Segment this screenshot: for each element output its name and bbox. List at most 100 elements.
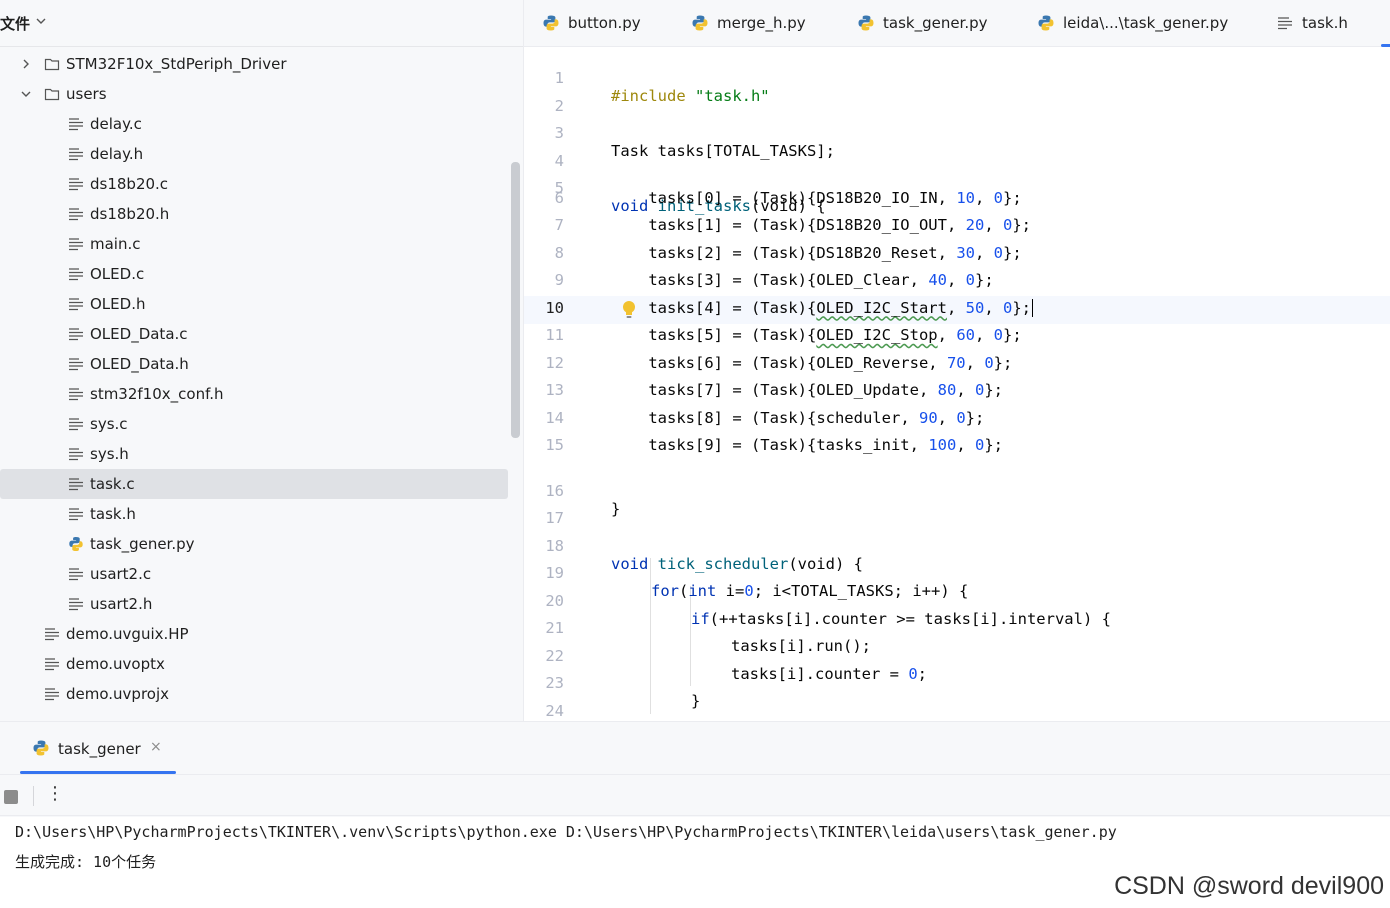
text-file-icon	[69, 148, 83, 161]
line-number: 15	[545, 436, 564, 454]
token: 10	[956, 188, 975, 207]
token: ,	[974, 326, 994, 344]
code-line: 19 for(int i=0; i<TOTAL_TASKS; i++) {	[524, 546, 1390, 600]
tree-file-task-h[interactable]: task.h	[0, 499, 510, 529]
token: 30	[956, 243, 975, 262]
token: };	[984, 436, 1003, 454]
code-text: tasks[1] = (Task){DS18B20_IO_OUT, 20, 0}…	[611, 216, 1031, 234]
token: 50	[965, 298, 985, 317]
text-file-icon	[69, 568, 83, 581]
tree-file-oled-data-c[interactable]: OLED_Data.c	[0, 319, 510, 349]
code-text: tasks[3] = (Task){OLED_Clear, 40, 0};	[611, 271, 993, 289]
token: tasks[5] = (Task){	[611, 326, 817, 344]
text-file-icon	[45, 628, 59, 641]
token: tasks[7] = (Task){	[611, 381, 817, 399]
tree-folder-stm32f10x-stdperiph-driver[interactable]: STM32F10x_StdPeriph_Driver	[0, 49, 510, 79]
line-number: 10	[545, 298, 564, 317]
code-line: 12 tasks[6] = (Task){OLED_Reverse, 70, 0…	[524, 354, 1390, 382]
close-icon[interactable]: ×	[150, 739, 162, 755]
tree-file-oled-data-h[interactable]: OLED_Data.h	[0, 349, 510, 379]
editor: button.py merge_h.py task_gener.py leida…	[523, 0, 1390, 721]
line-number: 8	[554, 243, 564, 262]
token: ,	[956, 436, 975, 454]
tree-file-oled-h[interactable]: OLED.h	[0, 289, 510, 319]
tree-file-sys-h[interactable]: sys.h	[0, 439, 510, 469]
token: ,	[984, 298, 1003, 317]
editor-tab-bar: button.py merge_h.py task_gener.py leida…	[524, 0, 1390, 47]
code-line: 7 tasks[1] = (Task){DS18B20_IO_OUT, 20, …	[524, 216, 1390, 244]
line-number: 11	[545, 326, 564, 344]
text-file-icon	[69, 238, 83, 251]
token: ,	[937, 326, 957, 344]
tree-item-label: demo.uvguix.HP	[66, 625, 189, 643]
token: ,	[937, 243, 957, 262]
text-file-icon	[69, 298, 83, 311]
stop-button[interactable]	[4, 790, 18, 804]
text-file-icon	[69, 208, 83, 221]
chevron-down-icon[interactable]	[36, 16, 46, 26]
project-panel-header: 文件	[0, 0, 523, 47]
tree-file-task-c[interactable]: task.c	[0, 469, 508, 499]
tree-file-demo-uvprojx[interactable]: demo.uvprojx	[0, 679, 510, 709]
token: ,	[956, 381, 975, 399]
code-editor[interactable]: 1 #include "task.h" 2 3 Task tasks[TOTAL…	[524, 48, 1390, 721]
text-file-icon	[69, 418, 83, 431]
tree-file-task-gener-py[interactable]: task_gener.py	[0, 529, 510, 559]
tab-label: leida\...\task_gener.py	[1063, 14, 1229, 32]
tree-item-label: STM32F10x_StdPeriph_Driver	[66, 55, 287, 73]
project-panel-title[interactable]: 文件	[0, 13, 30, 34]
tree-item-label: usart2.h	[90, 595, 153, 613]
token: OLED_Clear	[816, 271, 910, 289]
token: ,	[900, 408, 919, 427]
project-panel: 文件 STM32F10x_StdPeriph_Driver users delay.…	[0, 0, 523, 721]
tree-file-sys-c[interactable]: sys.c	[0, 409, 510, 439]
more-options-icon[interactable]: ⋮	[46, 783, 64, 805]
code-line: 5 void init_tasks(void) {	[524, 161, 1390, 215]
tree-item-label: sys.c	[90, 415, 128, 433]
token: tasks[0] = (Task){	[611, 188, 817, 207]
text-file-icon	[69, 268, 83, 281]
code-text: tasks[5] = (Task){OLED_I2C_Stop, 60, 0};	[611, 326, 1021, 344]
project-tree-scrollbar[interactable]	[511, 162, 520, 438]
token: };	[1003, 188, 1022, 207]
text-file-icon	[69, 358, 83, 371]
tree-file-ds18b20-h[interactable]: ds18b20.h	[0, 199, 510, 229]
tab-label: merge_h.py	[717, 14, 806, 32]
code-line: 6 tasks[0] = (Task){DS18B20_IO_IN, 10, 0…	[524, 189, 1390, 217]
python-icon	[33, 740, 49, 756]
chevron-right-icon[interactable]	[20, 58, 32, 70]
run-panel: task_gener × ⋮ D:\Users\HP\PycharmProjec…	[0, 721, 1390, 908]
token: };	[965, 408, 985, 427]
tree-item-label: OLED.c	[90, 265, 145, 283]
token: 0	[974, 381, 985, 399]
code-text: tasks[6] = (Task){OLED_Reverse, 70, 0};	[611, 354, 1012, 372]
tree-file-stm32f10x-conf-h[interactable]: stm32f10x_conf.h	[0, 379, 510, 409]
tree-file-ds18b20-c[interactable]: ds18b20.c	[0, 169, 510, 199]
tree-file-delay-h[interactable]: delay.h	[0, 139, 510, 169]
token: 0	[974, 436, 985, 454]
chevron-down-icon[interactable]	[20, 88, 32, 100]
token: 20	[965, 216, 985, 234]
text-file-icon	[1278, 17, 1292, 30]
token: 0	[1002, 216, 1013, 234]
tree-file-main-c[interactable]: main.c	[0, 229, 510, 259]
code-line: 16 }	[524, 464, 1390, 518]
tree-item-label: OLED_Data.h	[90, 355, 189, 373]
tree-item-label: sys.h	[90, 445, 129, 463]
tree-item-label: demo.uvoptx	[66, 655, 165, 673]
tree-file-delay-c[interactable]: delay.c	[0, 109, 510, 139]
tree-file-demo-uvoptx[interactable]: demo.uvoptx	[0, 649, 510, 679]
token: ,	[974, 188, 994, 207]
tree-file-usart2-h[interactable]: usart2.h	[0, 589, 510, 619]
tree-file-usart2-c[interactable]: usart2.c	[0, 559, 510, 589]
token: DS18B20_Reset	[816, 243, 938, 262]
tree-folder-users[interactable]: users	[0, 79, 510, 109]
line-number: 14	[545, 408, 564, 427]
token: 0	[993, 243, 1003, 262]
tree-item-label: usart2.c	[90, 565, 152, 583]
tree-file-oled-c[interactable]: OLED.c	[0, 259, 510, 289]
token: 0	[993, 188, 1003, 207]
folder-icon	[44, 58, 60, 71]
token: 0	[984, 353, 994, 372]
tree-file-demo-uvguix-hp[interactable]: demo.uvguix.HP	[0, 619, 510, 649]
